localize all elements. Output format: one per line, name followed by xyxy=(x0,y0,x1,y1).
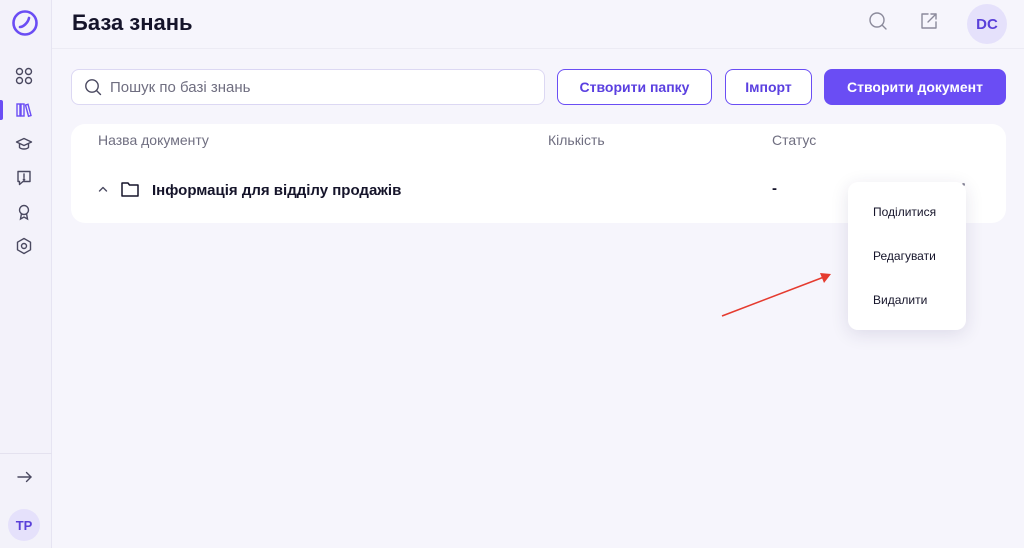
menu-item-share[interactable]: Поділитися xyxy=(873,205,936,219)
create-document-button[interactable]: Створити документ xyxy=(824,69,1006,105)
column-header-status: Статус xyxy=(772,132,817,148)
document-name[interactable]: Інформація для відділу продажів xyxy=(152,182,401,199)
award-icon[interactable] xyxy=(14,202,34,222)
column-header-count: Кількість xyxy=(548,132,605,148)
menu-item-edit[interactable]: Редагувати xyxy=(873,249,936,263)
help-chat-icon[interactable] xyxy=(14,168,34,188)
search-box[interactable] xyxy=(71,69,545,105)
document-status: - xyxy=(772,180,777,197)
external-link-icon[interactable] xyxy=(918,10,940,32)
folder-icon xyxy=(121,182,139,197)
arrow-right-icon[interactable] xyxy=(14,466,36,488)
column-header-name: Назва документу xyxy=(98,132,209,148)
search-icon[interactable] xyxy=(867,10,889,32)
books-icon[interactable] xyxy=(14,100,34,120)
search-input[interactable] xyxy=(110,78,530,96)
header-user-avatar[interactable]: DC xyxy=(967,4,1007,44)
header-divider xyxy=(52,48,1024,49)
sidebar: TP xyxy=(0,0,52,548)
user-avatar[interactable]: TP xyxy=(8,509,40,541)
search-input-icon xyxy=(85,79,102,96)
chevron-up-icon[interactable] xyxy=(97,183,109,195)
menu-item-delete[interactable]: Видалити xyxy=(873,293,927,307)
logo-icon[interactable] xyxy=(11,9,39,37)
page-title: База знань xyxy=(72,10,193,35)
graduation-cap-icon[interactable] xyxy=(14,134,34,154)
create-folder-button[interactable]: Створити папку xyxy=(557,69,712,105)
settings-hexagon-icon[interactable] xyxy=(14,236,34,256)
active-indicator xyxy=(0,100,3,120)
import-button[interactable]: Імпорт xyxy=(725,69,812,105)
grid-icon[interactable] xyxy=(14,66,34,86)
sidebar-divider xyxy=(0,453,52,454)
